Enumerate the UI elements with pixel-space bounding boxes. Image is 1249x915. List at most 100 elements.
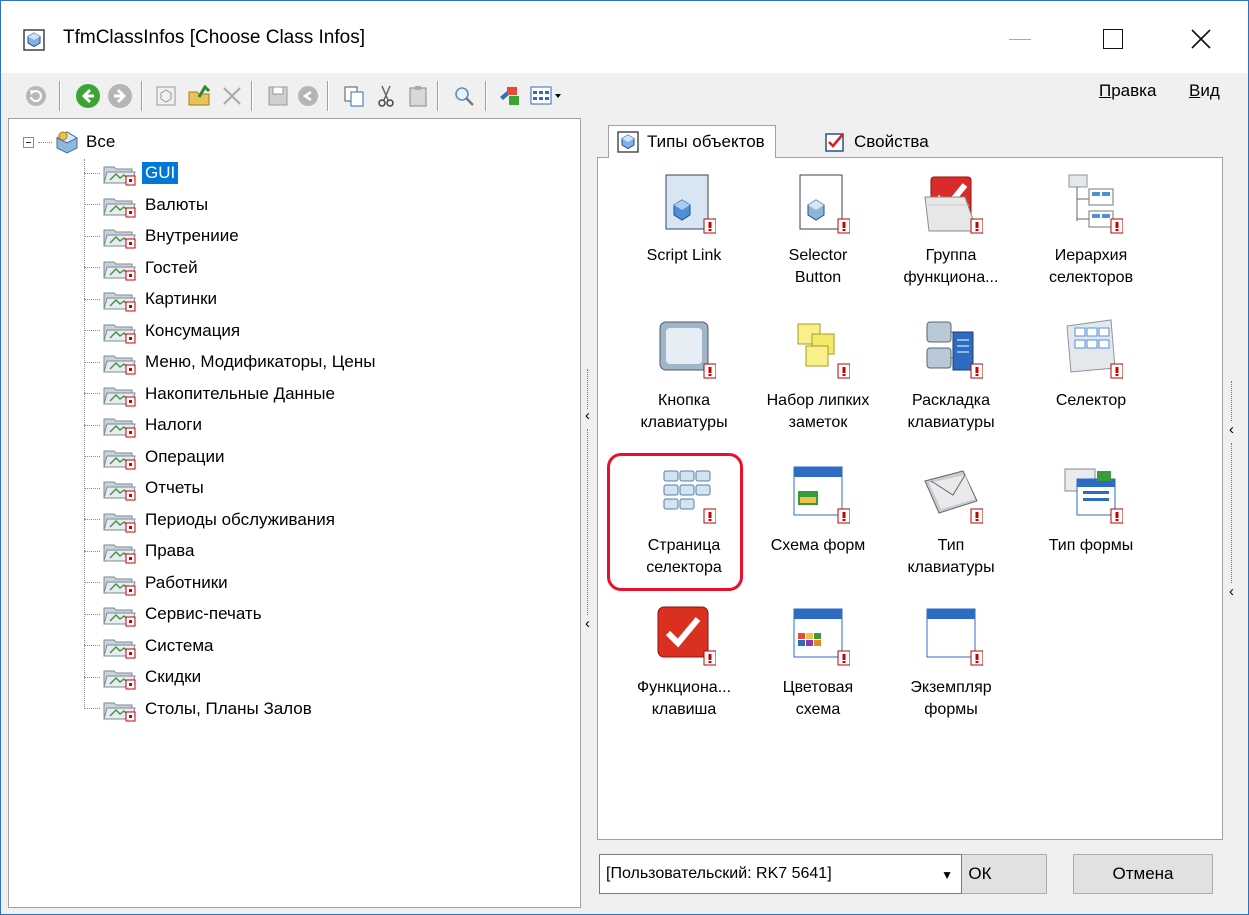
splitter-left-arrow-2[interactable]: ‹ [583,613,592,635]
tree-item[interactable]: Внутрениие [84,222,242,250]
folder-icon [103,229,136,249]
paste-icon[interactable] [403,81,433,111]
cut-icon[interactable] [371,81,401,111]
folder-icon [103,481,136,501]
properties-icon [825,132,844,152]
forward-icon[interactable] [105,81,135,111]
tree-item[interactable]: Сервис-печать [84,600,265,628]
object-type-label: Script Link [646,247,722,264]
object-type-item[interactable]: Selector Button [750,171,886,289]
folder-icon [103,639,136,658]
refresh-icon[interactable] [21,81,51,111]
script-link-icon [665,174,716,234]
object-type-label: Группа функциона... [903,247,999,286]
tree-item[interactable]: Периоды обслуживания [84,506,338,534]
tree-item[interactable]: Консумация [84,317,243,345]
object-type-item[interactable]: Цветовая схема [750,603,886,721]
tree-item-label: Консумация [145,320,241,340]
object-type-item[interactable]: Кнопка клавиатуры [616,316,752,434]
form-scheme-icon [793,466,850,524]
cancel-button[interactable]: Отмена [1073,854,1213,894]
tree-item[interactable]: Налоги [84,411,205,439]
object-type-item[interactable]: Иерархия селекторов [1023,171,1159,289]
tree-item-label: Отчеты [145,478,204,497]
object-types-icon [617,131,639,153]
folder-icon [103,387,136,406]
object-type-item[interactable]: Группа функциона... [883,171,1019,289]
save-icon[interactable] [263,81,293,111]
tab-object-types[interactable]: Типы объектов [608,125,776,158]
tools-icon[interactable] [495,81,525,111]
object-type-label: Схема форм [770,537,866,554]
tree-item-label: Внутрениие [145,226,239,245]
tree-item-label: Сервис-печать [145,604,262,623]
copy-icon[interactable] [339,81,369,111]
tree-item[interactable]: Работники [84,569,231,597]
tree-item-label: Меню, Модификаторы, Цены [145,352,376,371]
tree-item[interactable]: Валюты [84,191,211,219]
object-type-item[interactable]: Набор липких заметок [750,316,886,434]
tree-root-item[interactable]: Все [23,129,115,155]
tree-item[interactable]: GUI [84,159,179,187]
minimize-button[interactable] [990,15,1050,63]
keyboard-type-icon [924,470,983,524]
tree-item[interactable]: Столы, Планы Залов [84,695,315,723]
tree-item[interactable]: Гостей [84,254,201,282]
tree-item[interactable]: Операции [84,443,228,471]
object-type-label: Тип формы [1048,537,1134,554]
tree-item[interactable]: Картинки [84,285,220,313]
menu-edit[interactable]: Правка [1099,81,1156,101]
new-object-icon[interactable] [151,81,181,111]
view-mode-icon[interactable] [527,81,571,111]
tree-item[interactable]: Меню, Модификаторы, Цены [84,348,378,376]
folder-icon [103,544,136,564]
object-type-item[interactable]: Селектор [1023,316,1159,412]
folder-icon [103,576,136,595]
object-type-item[interactable]: Тип формы [1023,461,1159,557]
folder-icon [103,324,136,343]
object-type-item[interactable]: Script Link [616,171,752,267]
object-type-label: Раскладка клавиатуры [907,392,995,431]
sticky-notes-icon [797,323,850,379]
object-type-item[interactable]: Экземпляр формы [883,603,1019,721]
cancel-icon[interactable] [293,81,323,111]
back-icon[interactable] [73,81,103,111]
tab-properties[interactable]: Свойства [816,125,939,158]
close-button[interactable] [1171,15,1231,63]
folder-icon [103,166,136,186]
right-splitter-arrow[interactable]: ‹ [1227,419,1236,441]
category-tree[interactable]: Все GUI Валюты Внутрениие Гостей Картинки Кон… [8,118,581,908]
tree-item[interactable]: Отчеты [84,474,207,502]
object-type-item[interactable]: Тип клавиатуры [883,461,1019,579]
tree-item-label: Права [145,541,195,560]
object-type-item[interactable]: Функциона... клавиша [616,603,752,721]
chevron-down-icon[interactable]: ▼ [941,856,953,894]
delete-icon[interactable] [217,81,247,111]
splitter-left-arrow[interactable]: ‹ [583,405,592,427]
object-type-label: Иерархия селекторов [1048,247,1134,286]
open-folder-icon[interactable] [185,81,215,111]
object-type-label: Селектор [1055,392,1127,409]
title-bar: TfmClassInfos [Choose Class Infos] [1,1,1248,73]
maximize-button[interactable] [1083,15,1143,63]
right-splitter-arrow-2[interactable]: ‹ [1227,581,1236,603]
folder-icon [103,261,136,280]
tree-item[interactable]: Скидки [84,663,204,691]
tree-item[interactable]: Система [84,632,216,660]
object-type-item[interactable]: Раскладка клавиатуры [883,316,1019,434]
object-type-item[interactable]: Схема форм [750,461,886,557]
menu-view[interactable]: Вид [1189,81,1220,101]
object-type-label: Цветовая схема [782,679,854,718]
tree-item[interactable]: Накопительные Данные [84,380,338,408]
tree-item-label: Скидки [145,667,202,686]
collapse-icon[interactable] [23,136,34,148]
class-filter-combo[interactable]: [Пользовательский: RK7 5641] ▼ [599,854,962,894]
tree-item-label: Картинки [145,289,218,308]
tree-item-label: Накопительные Данные [145,383,335,403]
folder-icon [103,292,136,312]
tree-item[interactable]: Права [84,537,197,565]
tree-item-label: Налоги [145,415,202,434]
search-icon[interactable] [449,81,479,111]
dialog-window: TfmClassInfos [Choose Class Infos] Правк… [0,0,1249,915]
keyboard-button-icon [659,321,716,379]
